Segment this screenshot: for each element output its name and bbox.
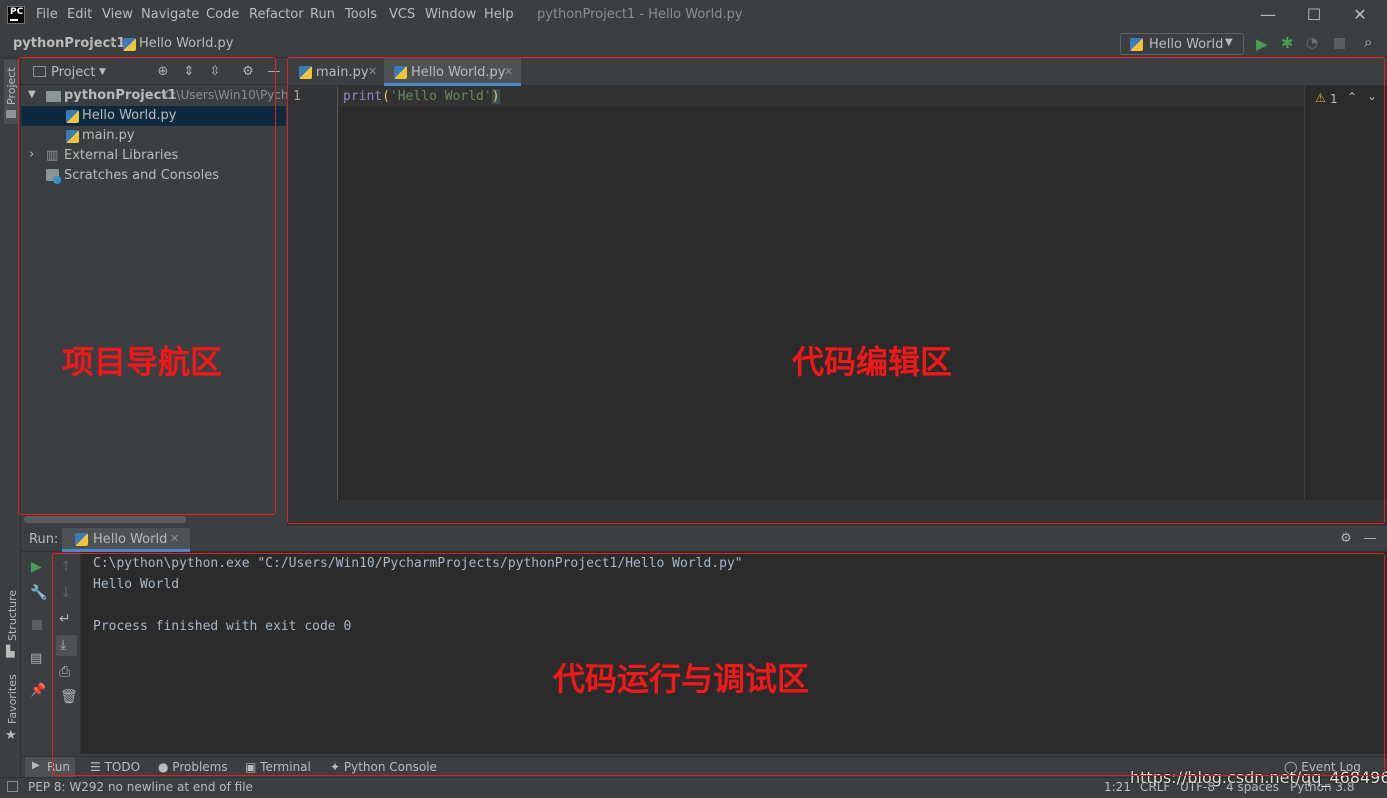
minimize-button[interactable]: — [1244, 3, 1292, 27]
caret-position[interactable]: 1:21 [1104, 780, 1131, 794]
stop-icon[interactable] [1334, 38, 1345, 49]
menu-tools[interactable]: Tools [345, 7, 377, 22]
menu-code[interactable]: Code [206, 7, 239, 22]
menu-window[interactable]: Window [425, 7, 476, 22]
hide-panel-icon[interactable]: — [1362, 531, 1378, 547]
run-tab-hello-world[interactable]: Hello World ✕ [62, 528, 190, 552]
horizontal-scrollbar[interactable] [24, 516, 186, 523]
menu-navigate[interactable]: Navigate [141, 7, 199, 22]
star-icon: ★ [5, 728, 17, 743]
menu-vcs[interactable]: VCS [389, 7, 415, 22]
breadcrumb-file[interactable]: Hello World.py [139, 36, 233, 51]
gear-icon[interactable]: ⚙ [1338, 531, 1354, 547]
rerun-icon[interactable]: ▶ [31, 559, 42, 575]
layout-icon[interactable]: ▤ [30, 651, 42, 666]
editor-area-outline [287, 57, 1385, 524]
run-config-label: Hello World [1149, 37, 1224, 52]
debug-bug-icon[interactable]: ✱ [1281, 34, 1294, 52]
menu-file[interactable]: File [36, 7, 58, 22]
breadcrumb-separator-icon: › [109, 34, 115, 50]
pin-icon[interactable]: 📌 [30, 683, 46, 698]
run-panel-label: Run: [29, 532, 59, 547]
favorites-tool-label[interactable]: Favorites [6, 674, 19, 724]
pycharm-logo-icon: PC [7, 6, 25, 24]
close-window-button[interactable]: ✕ [1336, 3, 1384, 27]
project-tool-label: Project [5, 67, 18, 105]
run-area-annotation: 代码运行与调试区 [553, 660, 810, 698]
menu-refactor[interactable]: Refactor [249, 7, 304, 22]
run-panel-header [21, 528, 1387, 552]
python-config-icon [1130, 38, 1143, 51]
run-icon[interactable]: ▶ [1256, 35, 1268, 53]
search-icon[interactable]: ⌕ [1364, 33, 1372, 51]
maximize-button[interactable]: ☐ [1290, 3, 1338, 27]
project-area-annotation: 项目导航区 [62, 343, 223, 381]
folder-icon [6, 110, 16, 118]
coverage-icon[interactable]: ◔ [1306, 35, 1318, 51]
menu-edit[interactable]: Edit [67, 7, 92, 22]
structure-icon: ▙ [6, 645, 15, 658]
run-tab-label: Hello World [93, 532, 168, 547]
project-area-outline [18, 57, 276, 515]
wrench-icon[interactable]: 🔧 [30, 585, 47, 601]
menu-run[interactable]: Run [310, 7, 335, 22]
close-tab-icon[interactable]: ✕ [170, 532, 179, 545]
stop-icon[interactable] [32, 620, 42, 630]
window-title: pythonProject1 - Hello World.py [537, 7, 743, 22]
structure-tool-label[interactable]: Structure [6, 590, 19, 641]
menu-view[interactable]: View [102, 7, 133, 22]
python-file-icon [75, 533, 88, 546]
editor-area-annotation: 代码编辑区 [792, 343, 953, 381]
python-file-icon [123, 38, 136, 51]
menu-help[interactable]: Help [484, 7, 514, 22]
chevron-down-icon: ▼ [1225, 37, 1233, 48]
tool-windows-icon[interactable] [7, 781, 18, 792]
status-message[interactable]: PEP 8: W292 no newline at end of file [28, 780, 253, 794]
run-icon: ▶ [32, 760, 40, 771]
